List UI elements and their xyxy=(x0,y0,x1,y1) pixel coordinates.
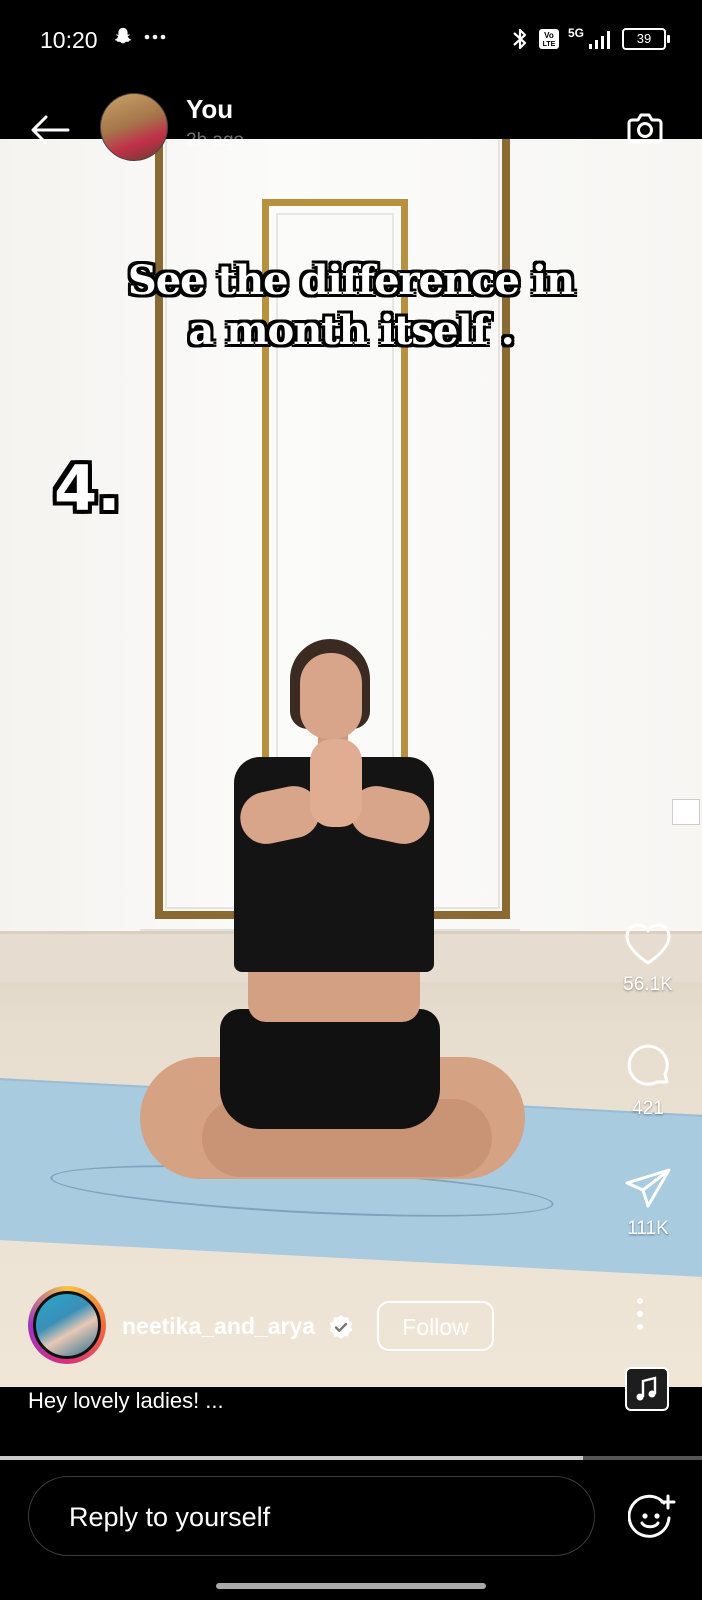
comment-action: 421 xyxy=(608,1042,688,1120)
home-indicator xyxy=(216,1583,486,1589)
reply-field-container[interactable] xyxy=(28,1476,595,1556)
camera-icon[interactable] xyxy=(624,108,666,150)
snapchat-icon xyxy=(114,27,132,44)
share-icon[interactable] xyxy=(623,1166,673,1210)
share-count: 111K xyxy=(627,1218,669,1239)
person-hands xyxy=(310,739,362,827)
like-action: 56.1K xyxy=(608,922,688,996)
author-username[interactable]: neetika_and_arya xyxy=(122,1313,315,1340)
status-notifications xyxy=(112,26,166,48)
comment-icon[interactable] xyxy=(623,1042,673,1090)
more-options-icon[interactable] xyxy=(634,1296,646,1332)
volte-icon: VoLTE xyxy=(538,29,559,49)
author-avatar[interactable] xyxy=(33,1291,101,1359)
comment-count: 421 xyxy=(632,1098,664,1119)
person-midriff xyxy=(248,964,420,1022)
back-arrow-icon[interactable] xyxy=(28,112,72,148)
follow-button[interactable]: Follow xyxy=(377,1301,494,1351)
heart-icon[interactable] xyxy=(623,922,673,966)
person-face xyxy=(300,653,362,739)
person-shorts xyxy=(220,1009,440,1129)
status-time: 10:20 xyxy=(40,27,98,53)
story-timestamp: 2h ago xyxy=(186,130,245,151)
story-owner-name[interactable]: You xyxy=(186,94,233,125)
step-number: 4. xyxy=(54,452,121,525)
svg-text:LTE: LTE xyxy=(543,41,556,48)
story-progress-bar xyxy=(0,1456,702,1460)
reply-input[interactable] xyxy=(67,1499,551,1535)
story-progress-fill xyxy=(0,1456,583,1460)
overlay-line-1: See the difference in xyxy=(127,257,575,304)
share-action: 111K xyxy=(608,1166,688,1240)
video-person xyxy=(140,639,560,1339)
status-right-icons: Vo LTE 5G 39 xyxy=(510,26,670,52)
like-count: 56.1K xyxy=(623,974,673,995)
network-label: 5G xyxy=(567,26,584,40)
more-notifications-icon xyxy=(144,34,166,40)
story-owner-avatar[interactable] xyxy=(100,93,168,161)
audio-track-thumbnail[interactable] xyxy=(625,1367,669,1411)
reel-caption[interactable]: Hey lovely ladies! ... xyxy=(28,1388,224,1414)
overlay-line-2: a month itself . xyxy=(188,307,514,354)
wall-switch xyxy=(672,799,700,825)
battery-icon: 39 xyxy=(622,28,670,50)
svg-text:Vo: Vo xyxy=(544,31,554,40)
video-overlay-text: See the difference in a month itself . xyxy=(0,256,702,356)
status-bar: 10:20 Vo LTE 5G 39 xyxy=(0,0,702,84)
bluetooth-icon xyxy=(513,28,527,50)
music-note-icon xyxy=(636,1376,657,1401)
sticker-icon[interactable] xyxy=(628,1494,676,1542)
signal-icon xyxy=(589,31,610,49)
verified-badge-icon xyxy=(329,1315,353,1339)
